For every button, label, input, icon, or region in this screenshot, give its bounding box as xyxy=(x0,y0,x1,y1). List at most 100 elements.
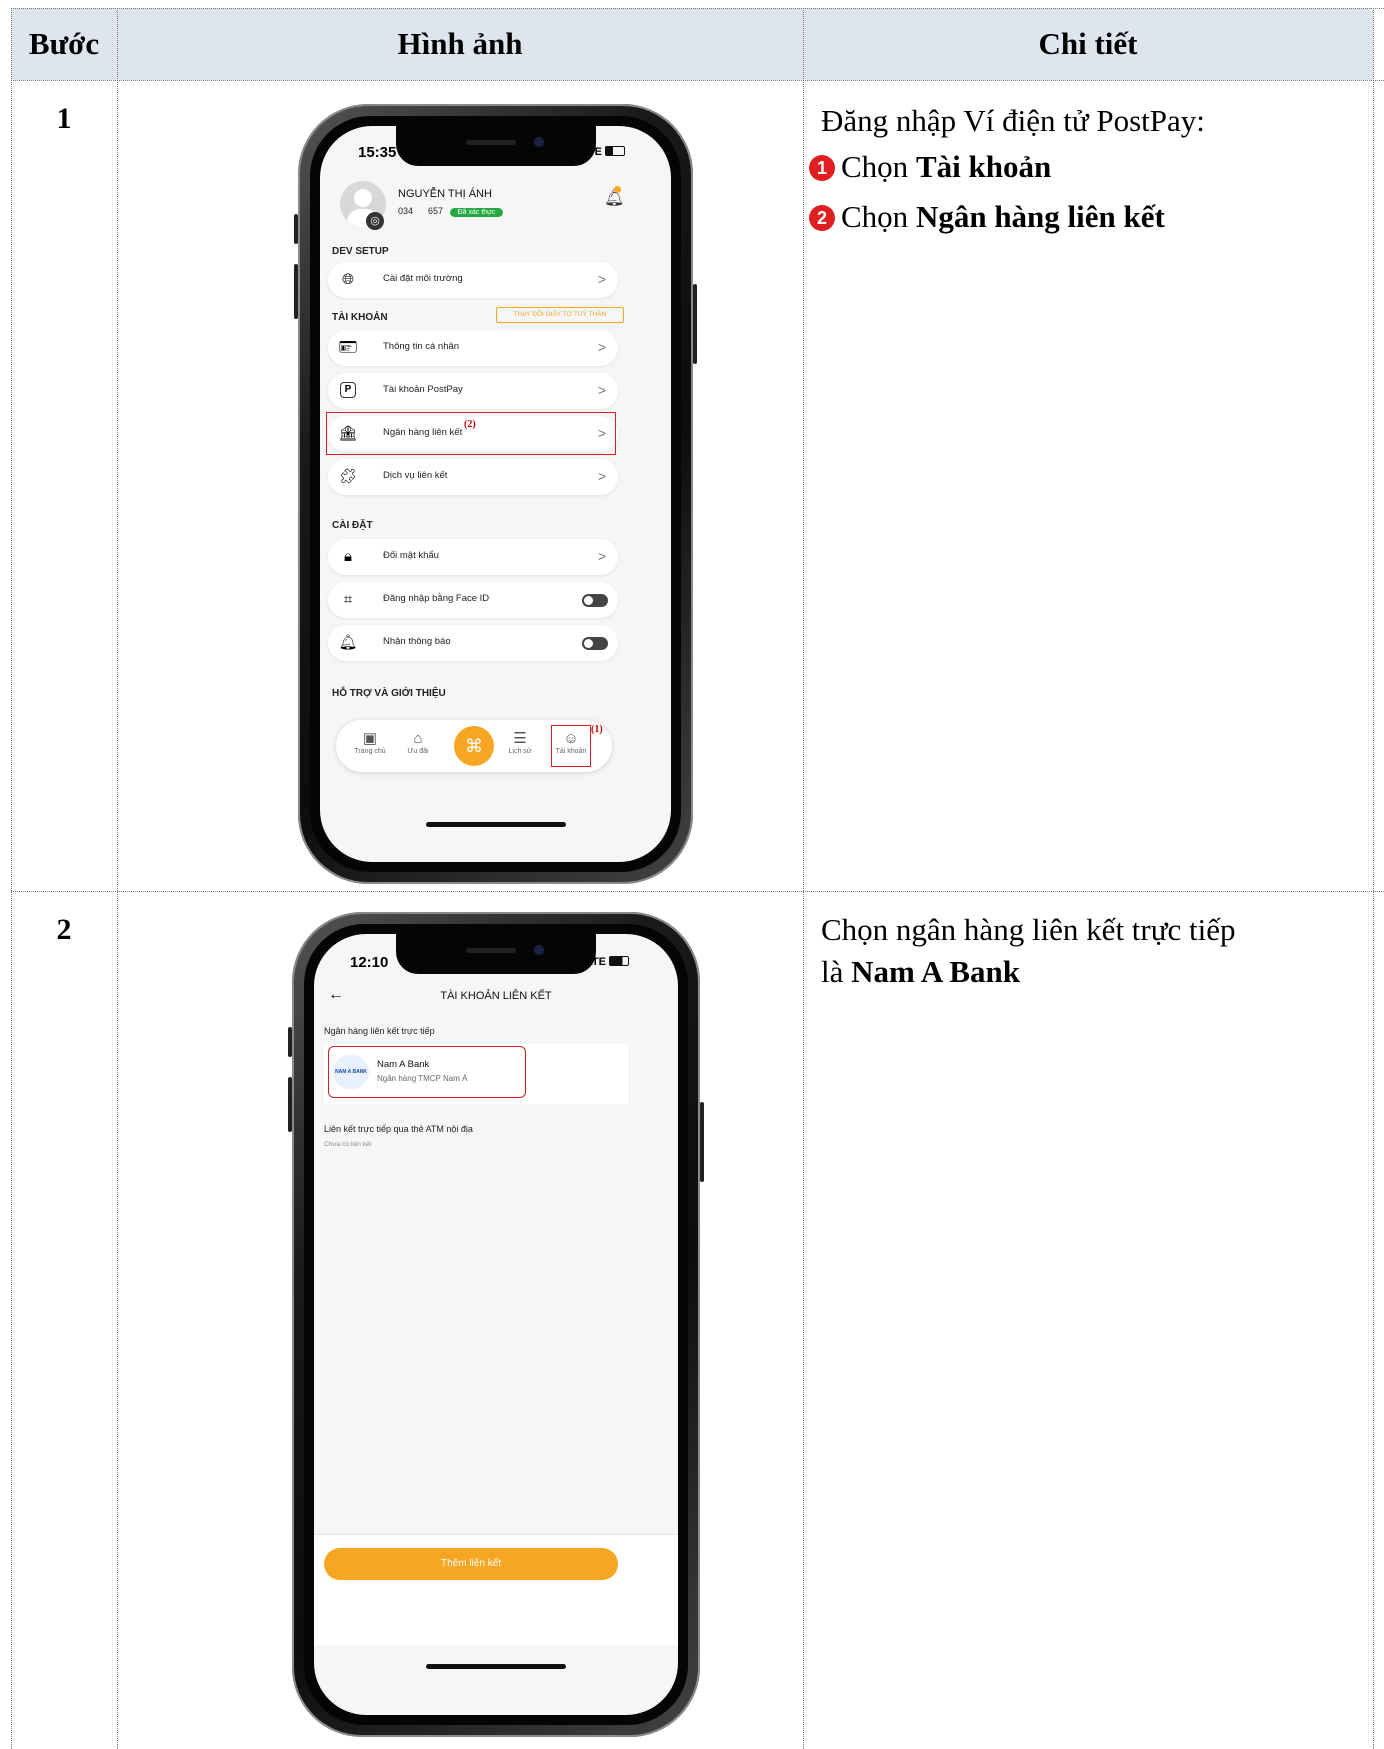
step2-bank-name: Nam A Bank xyxy=(851,954,1020,989)
atm-empty-text: Chưa có liên kết xyxy=(324,1141,372,1148)
tag-icon: ⌂ xyxy=(413,730,423,747)
row-postpay-account[interactable]: P Tài khoản PostPay > xyxy=(328,373,618,409)
step1-item-prefix: Chọn xyxy=(841,149,909,184)
env-icon: 🌐︎ xyxy=(341,271,354,288)
phone-side-button xyxy=(288,1027,292,1057)
phone-side-button xyxy=(288,1077,292,1132)
phone-side-button xyxy=(693,284,697,364)
table-border xyxy=(803,8,804,1749)
annotation-2: (2) xyxy=(464,419,476,430)
phone-screen-linked-accounts: 12:10 LTE ← TÀI KHOẢN LIÊN KẾT Ngân hàng… xyxy=(314,934,678,1715)
face-id-toggle[interactable] xyxy=(582,594,608,607)
tab-label: Lịch sử xyxy=(508,748,532,755)
row-label: Tài khoản PostPay xyxy=(383,384,463,395)
header-step: Bước xyxy=(28,26,100,61)
chevron-right-icon: > xyxy=(597,382,606,398)
phone-end: 657 xyxy=(428,206,444,216)
tab-label: Trang chủ xyxy=(354,748,386,755)
step1-detail: Đăng nhập Ví điện tử PostPay: 1 Chọn Tài … xyxy=(809,98,1205,240)
notification-dot xyxy=(614,186,621,193)
battery-icon xyxy=(605,146,626,156)
step-badge: 1 xyxy=(809,155,835,181)
chevron-right-icon: > xyxy=(597,468,606,484)
phone-mockup-2: 12:10 LTE ← TÀI KHOẢN LIÊN KẾT Ngân hàng… xyxy=(288,912,704,1737)
network-label: LTE xyxy=(586,956,606,968)
bell-icon: 🔔︎ xyxy=(338,634,358,651)
step-number: 2 xyxy=(56,913,72,946)
tab-history[interactable]: ☰ Lịch sử xyxy=(500,730,540,755)
step1-intro: Đăng nhập Ví điện tử PostPay: xyxy=(821,103,1205,138)
change-id-button[interactable]: THAY ĐỔI GIẤY TỜ TUỲ THÂN xyxy=(496,307,624,323)
network-label: LTE xyxy=(582,146,602,158)
table-border xyxy=(1373,8,1374,1749)
notification-toggle[interactable] xyxy=(582,637,608,650)
status-network: LTE xyxy=(586,956,630,968)
home-indicator xyxy=(425,822,566,827)
chevron-right-icon: > xyxy=(597,271,606,287)
table-border xyxy=(11,80,1384,81)
face-id-icon: ⌗ xyxy=(343,591,353,608)
row-label: Đổi mật khẩu xyxy=(383,550,439,561)
chevron-right-icon: > xyxy=(597,548,606,564)
status-time: 15:35 xyxy=(358,144,397,161)
verified-badge: Đã xác thực xyxy=(449,208,504,217)
row-label: Dịch vụ liên kết xyxy=(383,470,448,481)
table-border xyxy=(11,8,12,1749)
row-linked-service[interactable]: 🧩︎ Dịch vụ liên kết > xyxy=(328,459,618,495)
phone-notch xyxy=(395,126,596,166)
section-support: HỖ TRỢ VÀ GIỚI THIỆU xyxy=(332,688,446,699)
section-dev-setup: DEV SETUP xyxy=(332,246,389,257)
table-border xyxy=(11,891,1384,892)
bank-card-nam-a[interactable]: NAM A BANK Nam A Bank Ngân hàng TMCP Nam… xyxy=(328,1046,526,1098)
row-notifications[interactable]: 🔔︎ Nhận thông báo xyxy=(328,625,618,661)
user-phone: 034 657 Đã xác thực xyxy=(398,206,504,217)
status-network: LTE xyxy=(582,146,626,158)
bank-fullname: Ngân hàng TMCP Nam Á xyxy=(377,1074,468,1083)
section-settings: CÀI ĐẶT xyxy=(332,520,373,531)
page-title: TÀI KHOẢN LIÊN KẾT xyxy=(440,990,552,1002)
phone-side-button xyxy=(294,214,298,244)
step2-detail: Chọn ngân hàng liên kết trực tiếp là Nam… xyxy=(821,909,1236,993)
phone-notch xyxy=(396,934,596,974)
lock-icon: 🔒︎ xyxy=(344,548,352,565)
row-environment[interactable]: 🌐︎ Cài đặt môi trường > xyxy=(328,262,618,298)
battery-icon xyxy=(609,956,630,966)
step1-item: 1 Chọn Tài khoản xyxy=(809,144,1205,190)
tab-home[interactable]: ▣ Trang chủ xyxy=(350,730,390,755)
tab-offers[interactable]: ⌂ Ưu đãi xyxy=(398,730,438,755)
table-border xyxy=(117,8,118,1749)
row-label: Đăng nhập bằng Face ID xyxy=(383,593,490,604)
row-label: Thông tin cá nhân xyxy=(383,341,460,352)
atm-section-label: Liên kết trực tiếp qua thẻ ATM nội địa xyxy=(324,1124,473,1134)
row-face-id[interactable]: ⌗ Đăng nhập bằng Face ID xyxy=(328,582,618,618)
step-number: 1 xyxy=(56,102,72,135)
tab-label: Ưu đãi xyxy=(407,748,429,755)
status-time: 12:10 xyxy=(350,954,389,971)
step2-line1: Chọn ngân hàng liên kết trực tiếp xyxy=(821,912,1236,947)
step1-item-bold: Ngân hàng liên kết xyxy=(915,199,1165,234)
step2-line2-prefix: là xyxy=(821,954,844,989)
header-image: Hình ảnh xyxy=(397,26,523,61)
row-label: Cài đặt môi trường xyxy=(383,273,463,284)
phone-side-button xyxy=(294,264,298,319)
phone-mockup-1: 15:35 LTE ◎ NGUYỄN THỊ ÁNH 034 657 Đã xá… xyxy=(294,104,697,884)
step1-item-prefix: Chọn xyxy=(841,199,909,234)
highlight-box-account-tab xyxy=(551,725,591,767)
direct-bank-section-label: Ngân hàng liên kết trực tiếp xyxy=(324,1026,435,1036)
row-personal-info[interactable]: 🪪︎ Thông tin cá nhân > xyxy=(328,330,618,366)
section-account: TÀI KHOẢN xyxy=(332,312,388,323)
id-card-icon: 🪪︎ xyxy=(338,339,358,356)
camera-icon[interactable]: ◎ xyxy=(366,212,384,230)
annotation-1: (1) xyxy=(591,724,603,735)
home-icon: ▣ xyxy=(362,730,378,747)
scan-qr-button[interactable]: ⌘ xyxy=(454,726,494,766)
step-badge: 2 xyxy=(809,205,835,231)
add-link-button[interactable]: Thêm liên kết xyxy=(324,1548,618,1580)
chevron-right-icon: > xyxy=(597,339,606,355)
row-change-password[interactable]: 🔒︎ Đổi mật khẩu > xyxy=(328,539,618,575)
phone-bezel: 15:35 LTE ◎ NGUYỄN THỊ ÁNH 034 657 Đã xá… xyxy=(310,116,681,872)
bank-name: Nam A Bank xyxy=(377,1059,430,1070)
service-icon: 🧩︎ xyxy=(338,468,358,485)
step1-item: 2 Chọn Ngân hàng liên kết xyxy=(809,194,1205,240)
step2-line2: là Nam A Bank xyxy=(821,951,1236,993)
